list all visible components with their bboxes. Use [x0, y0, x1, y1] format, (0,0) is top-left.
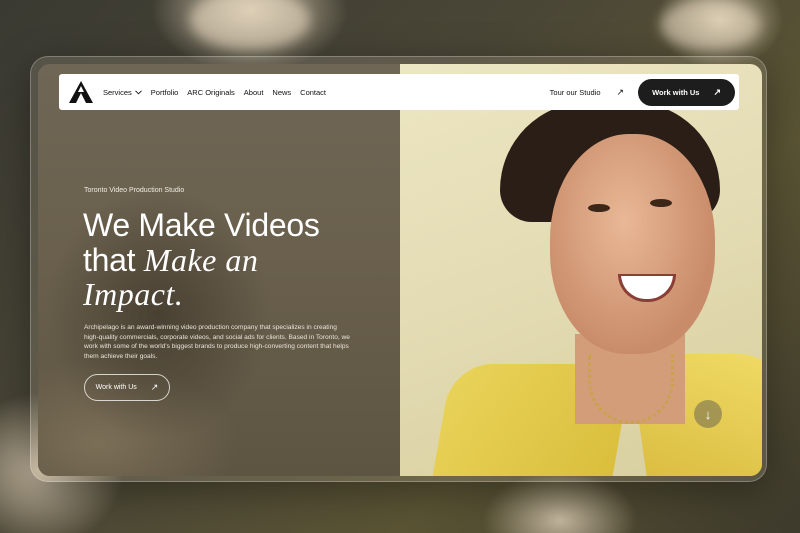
hero-image-eye-right — [650, 199, 672, 207]
headline-line-2-italic: Make an — [143, 241, 259, 278]
background-flower-right — [660, 0, 760, 50]
work-with-us-label: Work with Us — [652, 87, 700, 97]
nav-actions: Tour our Studio ↗ Work with Us ↗ — [549, 78, 739, 106]
logo-mark-icon — [69, 81, 93, 103]
arrow-up-right-icon: ↗ — [713, 86, 721, 97]
headline-line-2: that Make an — [83, 241, 383, 278]
nav-item-label: About — [243, 87, 264, 97]
arrow-up-right-icon: ↗ — [616, 86, 625, 97]
nav-item-contact[interactable]: Contact — [300, 88, 326, 97]
nav-item-label: Contact — [300, 87, 327, 97]
scroll-down-button[interactable]: ↓ — [694, 400, 722, 428]
hero-description: Archipelago is an award-winning video pr… — [84, 324, 350, 360]
nav-item-about[interactable]: About — [244, 88, 264, 97]
nav-item-services[interactable]: Services — [103, 88, 142, 97]
background-flower-top — [190, 0, 310, 50]
headline-line-3: Impact. — [83, 276, 184, 313]
hero-eyebrow: Toronto Video Production Studio — [84, 187, 185, 194]
tour-studio-label: Tour our Studio — [549, 87, 601, 97]
nav-item-portfolio[interactable]: Portfolio — [151, 88, 179, 97]
hero-image-eye-left — [588, 204, 610, 212]
hero-image-face — [550, 134, 715, 354]
work-with-us-button[interactable]: Work with Us ↗ — [638, 78, 735, 106]
arrow-up-right-icon: ↗ — [150, 382, 159, 392]
chevron-down-icon — [134, 89, 142, 94]
nav-links: Services Portfolio ARC Originals About N… — [103, 88, 326, 97]
headline-line-2-plain: that — [83, 241, 144, 278]
arrow-down-icon: ↓ — [704, 406, 712, 422]
hero-cta-label: Work with Us — [95, 384, 137, 391]
nav-item-label: News — [272, 87, 292, 97]
nav-item-news[interactable]: News — [272, 88, 291, 97]
website-viewport: Services Portfolio ARC Originals About N… — [38, 64, 762, 476]
nav-item-label: ARC Originals — [187, 87, 235, 97]
hero-headline: We Make Videos that Make an Impact. — [83, 208, 383, 312]
nav-item-label: Portfolio — [150, 87, 179, 97]
top-navigation: Services Portfolio ARC Originals About N… — [59, 74, 739, 110]
nav-item-label: Services — [103, 87, 132, 97]
tour-studio-link[interactable]: Tour our Studio ↗ — [549, 86, 625, 97]
brand-logo[interactable] — [67, 78, 95, 106]
hero-work-with-us-button[interactable]: Work with Us ↗ — [84, 374, 170, 401]
headline-line-1: We Make Videos — [83, 207, 320, 243]
nav-item-arc-originals[interactable]: ARC Originals — [187, 88, 235, 97]
